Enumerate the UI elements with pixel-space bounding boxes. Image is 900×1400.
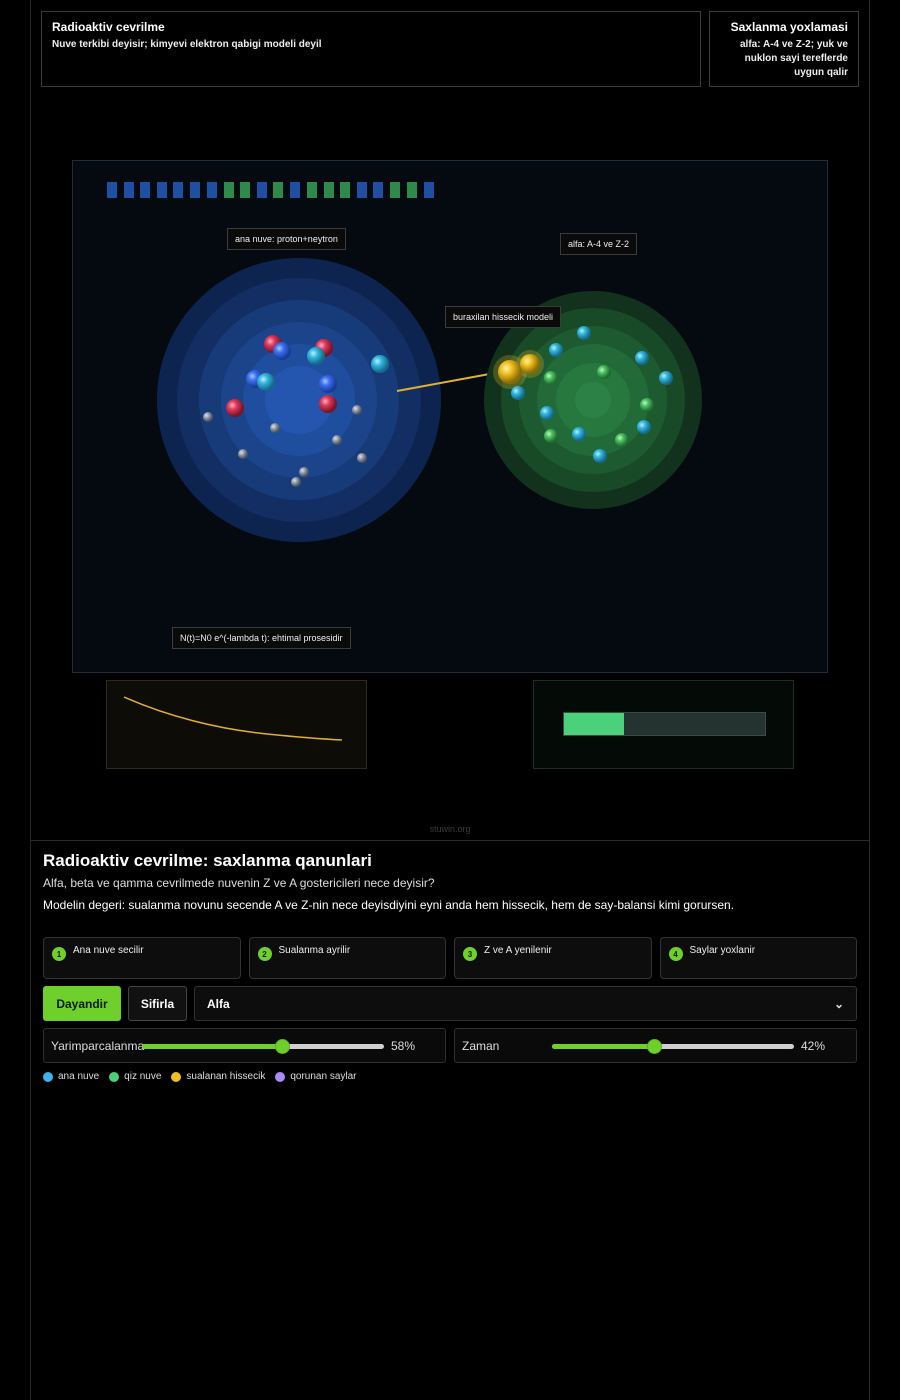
step-label: Sualanma ayrilir (278, 945, 351, 956)
legend-item: ana nuve (43, 1071, 99, 1082)
progress-bar-fill (564, 713, 625, 735)
legend-item: qorunan saylar (275, 1071, 357, 1082)
legend-swatch (275, 1071, 286, 1082)
half-life-value: 58% (391, 1039, 416, 1053)
step-card: 4 Saylar yoxlanir (659, 937, 857, 979)
chevron-down-icon: ⌄ (833, 996, 844, 1011)
step-label: Ana nuve secilir (73, 945, 144, 956)
decay-curve-panel (106, 680, 367, 769)
step-number: 2 (257, 947, 272, 961)
step-card: 2 Sualanma ayrilir (248, 937, 446, 979)
step-card: 3 Z ve A yenilenir (454, 937, 652, 979)
decay-type-select[interactable]: Alfa ⌄ (194, 986, 857, 1021)
decay-law-label: N(t)=N0 e^(-lambda t): ehtimal prosesidi… (172, 627, 351, 649)
guiding-question: Alfa, beta ve qamma cevrilmede nuvenin Z… (43, 876, 435, 890)
conservation-check-text: alfa: A-4 ve Z-2; yuk ve nuklon sayi ter… (739, 39, 848, 78)
half-life-slider[interactable] (142, 1039, 384, 1054)
step-label: Z ve A yenilenir (484, 945, 552, 956)
legend-swatch (171, 1071, 182, 1082)
time-label: Zaman (462, 1039, 500, 1053)
decay-curve (123, 696, 343, 741)
header-info-panel: Radioaktiv cevrilme Nuve terkibi deyisir… (41, 11, 701, 87)
legend: ana nuve qiz nuve sualanan hissecik qoru… (43, 1071, 357, 1082)
progress-bar (563, 712, 766, 736)
legend-label: ana nuve (58, 1071, 100, 1082)
step-number: 1 (52, 947, 66, 961)
parent-nucleus (157, 258, 441, 542)
half-life-slider-fill (142, 1044, 283, 1049)
page-title: Radioaktiv cevrilme: saxlanma qanunlari (43, 851, 372, 870)
step-number: 4 (668, 947, 683, 961)
decay-type-value: Alfa (207, 996, 230, 1011)
legend-label: qiz nuve (124, 1071, 162, 1082)
time-slider-fill (552, 1044, 654, 1049)
simulation-canvas: ana nuve: proton+neytron alfa: A-4 ve Z-… (72, 160, 828, 673)
counter-blocks (107, 182, 434, 198)
header-subtitle: Nuve terkibi deyisir; kimyevi elektron q… (52, 39, 322, 50)
parent-nucleus-label: ana nuve: proton+neytron (227, 228, 346, 250)
slider-row: Yarimparcalanma 58% Zaman 42% (43, 1028, 857, 1063)
step-label: Saylar yoxlanir (689, 945, 756, 956)
process-steps: 1 Ana nuve secilir 2 Sualanma ayrilir 3 … (43, 937, 857, 979)
conservation-check-panel: Saxlanma yoxlamasi alfa: A-4 ve Z-2; yuk… (709, 11, 859, 87)
legend-swatch (43, 1071, 53, 1082)
time-slider[interactable] (552, 1039, 794, 1054)
conservation-check-title: Saxlanma yoxlamasi (730, 20, 848, 34)
legend-item: qiz nuve (109, 1071, 161, 1082)
time-control: Zaman 42% (454, 1028, 857, 1063)
reset-button[interactable]: Sifirla (128, 986, 187, 1021)
nucleus-diagram (107, 182, 702, 542)
half-life-control: Yarimparcalanma 58% (43, 1028, 446, 1063)
daughter-nucleus-label: alfa: A-4 ve Z-2 (560, 233, 638, 255)
half-life-label: Yarimparcalanma (51, 1039, 145, 1053)
emitted-particle-label: buraxilan hissecik modeli (445, 306, 562, 328)
header-title: Radioaktiv cevrilme (52, 20, 165, 34)
legend-swatch (109, 1071, 120, 1082)
legend-item: sualanan hissecik (171, 1071, 265, 1082)
time-value: 42% (801, 1039, 826, 1053)
legend-label: qorunan saylar (290, 1071, 357, 1082)
time-slider-thumb[interactable] (646, 1039, 662, 1054)
half-life-slider-thumb[interactable] (275, 1039, 291, 1054)
model-value-text: Modelin degeri: sualanma novunu secende … (43, 898, 735, 912)
legend-label: sualanan hissecik (186, 1071, 266, 1082)
section-divider (31, 840, 869, 841)
conservation-bar-panel (533, 680, 794, 769)
control-bar: Dayandir Sifirla Alfa ⌄ (43, 986, 857, 1021)
watermark: stuwin.org (429, 824, 471, 834)
step-number: 3 (463, 947, 477, 961)
step-card: 1 Ana nuve secilir (43, 937, 241, 979)
pause-button[interactable]: Dayandir (43, 986, 121, 1021)
